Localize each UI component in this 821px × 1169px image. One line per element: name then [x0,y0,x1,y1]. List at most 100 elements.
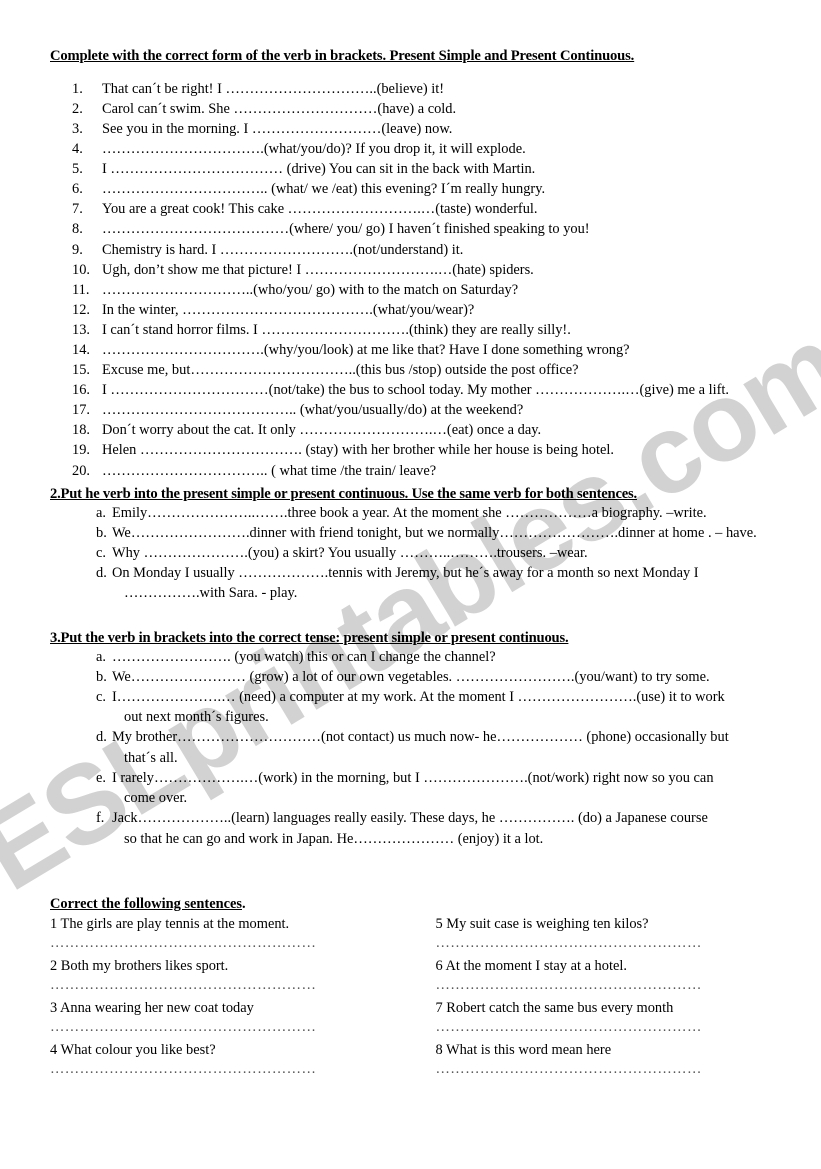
list-item: 9. Chemistry is hard. I ……………………….(not/un… [50,240,777,260]
item-text: I ……………………………… (drive) You can sit in th… [102,161,536,178]
answer-line[interactable]: ……………………………………………… [50,1018,414,1037]
item-letter: c. [96,689,106,706]
answer-line[interactable]: ……………………………………………… [436,976,778,995]
section-1-question-list: 1. That can´t be right! I …………………………..(be… [50,79,777,481]
answer-line[interactable]: ……………………………………………… [436,1018,778,1037]
worksheet-content: Complete with the correct form of the ve… [0,0,821,1083]
corrections-right-column: 5 My suit case is weighing ten kilos? ……… [414,896,778,1083]
list-item: 2. Carol can´t swim. She …………………………(have)… [50,99,777,119]
item-number: 15. [72,362,90,379]
item-text: See you in the morning. I ………………………(leav… [102,120,453,137]
corrections-left-column: Correct the following sentences. 1 The g… [50,896,414,1083]
item-text: …………………………….(what/you/do)? If you drop i… [102,141,526,158]
list-item: 16. I ……………………………(not/take) the bus to sc… [50,380,777,400]
item-letter: d. [96,729,107,746]
item-text: Carol can´t swim. She …………………………(have) a… [102,100,457,117]
item-text: Emily…………………..…….three book a year. At t… [112,504,707,521]
item-text: …………………………….. (what/ we /eat) this eveni… [102,181,546,198]
item-text: My brother…………………………(not contact) us muc… [112,729,729,746]
item-number: 5. [72,161,83,178]
answer-line[interactable]: ……………………………………………… [50,1060,414,1079]
item-text: You are a great cook! This cake ……………………… [102,201,538,218]
correction-sentence: 2 Both my brothers likes sport. [50,957,229,974]
list-item: e. I rarely……………….…(work) in the morning,… [50,768,777,808]
section-3-question-list: a. ……………………. (you watch) this or can I ch… [50,647,777,849]
answer-line[interactable]: ……………………………………………… [50,976,414,995]
item-text: ………………………………….. (what/you/usually/do) at… [102,402,524,419]
correction-sentence: 1 The girls are play tennis at the momen… [50,915,290,932]
item-letter: d. [96,565,107,582]
item-text: ……………………. (you watch) this or can I chan… [112,648,496,665]
item-number: 1. [72,80,83,97]
list-item: c. I………………….… (need) a computer at my wor… [50,687,777,727]
list-item: 8. …………………………………(where/ you/ go) I haven´… [50,219,777,239]
list-item: d. My brother…………………………(not contact) us m… [50,727,777,767]
list-item: 14. …………………………….(why/you/look) at me like… [50,340,777,360]
item-text: I can´t stand horror films. I …………………………… [102,321,571,338]
list-item: f. Jack………………..(learn) languages really e… [50,808,777,848]
list-item: 7. You are a great cook! This cake ………………… [50,199,777,219]
list-item: 15. Excuse me, but……………………………..(this bus … [50,360,777,380]
correction-sentence: 6 At the moment I stay at a hotel. [435,957,627,974]
item-number: 17. [72,402,90,419]
worksheet-page: ESLprintables.com Complete with the corr… [0,0,821,1169]
item-text: I rarely……………….…(work) in the morning, b… [112,769,714,786]
list-item: 6. …………………………….. (what/ we /eat) this eve… [50,179,777,199]
correction-sentence: 4 What colour you like best? [50,1041,216,1058]
section-2-question-list: a. Emily…………………..…….three book a year. At… [50,503,777,604]
item-number: 4. [72,141,83,158]
list-item: b. We…………………….dinner with friend tonight,… [50,523,777,543]
answer-line[interactable]: ……………………………………………… [436,934,778,953]
item-letter: b. [96,668,107,685]
list-item: 19. Helen ……………………………. (stay) with her br… [50,440,777,460]
list-item: 3. See you in the morning. I ………………………(le… [50,119,777,139]
item-number: 2. [72,100,83,117]
item-number: 12. [72,301,90,318]
item-text: Helen ……………………………. (stay) with her broth… [102,442,614,459]
item-number: 13. [72,321,90,338]
item-text: Excuse me, but……………………………..(this bus /st… [102,362,579,379]
answer-line[interactable]: ……………………………………………… [50,934,414,953]
list-item: 10. Ugh, don’t show me that picture! I ……… [50,260,777,280]
item-text: Don´t worry about the cat. It only ……………… [102,422,542,439]
item-number: 9. [72,241,83,258]
corrections-section: Correct the following sentences. 1 The g… [50,896,777,1083]
list-item: 20. …………………………….. ( what time /the train/… [50,461,777,481]
item-letter: f. [96,810,105,827]
list-item: c. Why ………………….(you) a skirt? You usually… [50,543,777,563]
section-3-heading: 3.Put the verb in brackets into the corr… [50,629,569,646]
item-number: 16. [72,382,90,399]
list-item: 18. Don´t worry about the cat. It only ……… [50,420,777,440]
answer-line[interactable]: ……………………………………………… [436,1060,778,1079]
item-number: 19. [72,442,90,459]
item-text: We…………………… (grow) a lot of our own veget… [112,668,710,685]
item-text-continued: that´s all. [124,749,178,766]
correction-sentence: 3 Anna wearing her new coat today [50,999,254,1016]
item-text: That can´t be right! I …………………………..(beli… [102,80,445,97]
corrections-heading: Correct the following sentences. [50,896,414,913]
item-text: Jack………………..(learn) languages really eas… [112,810,708,827]
list-item: 12. In the winter, ………………………………….(what/yo… [50,300,777,320]
item-text: In the winter, ………………………………….(what/you/w… [102,301,475,318]
list-item: 4. …………………………….(what/you/do)? If you drop… [50,139,777,159]
item-text: Why ………………….(you) a skirt? You usually …… [112,545,588,562]
list-item: a. ……………………. (you watch) this or can I ch… [50,647,777,667]
item-text-continued: so that he can go and work in Japan. He…… [124,830,544,847]
list-item: 1. That can´t be right! I …………………………..(be… [50,79,777,99]
list-item: 5. I ……………………………… (drive) You can sit in … [50,159,777,179]
item-text: Chemistry is hard. I ……………………….(not/unde… [102,241,464,258]
item-text: We…………………….dinner with friend tonight, b… [112,524,757,541]
item-number: 14. [72,342,90,358]
item-text: …………………………………(where/ you/ go) I haven´t … [102,221,590,238]
item-text: I………………….… (need) a computer at my work.… [112,689,725,706]
item-number: 8. [72,221,83,238]
item-text: Ugh, don’t show me that picture! I ……………… [102,261,534,278]
section-1-heading: Complete with the correct form of the ve… [50,48,635,64]
item-number: 18. [72,422,90,439]
list-item: d. On Monday I usually ……………….tennis with… [50,563,777,603]
item-letter: c. [96,545,106,562]
list-item: b. We…………………… (grow) a lot of our own veg… [50,667,777,687]
item-number: 10. [72,261,90,278]
item-text: …………………………….(why/you/look) at me like th… [102,342,630,358]
